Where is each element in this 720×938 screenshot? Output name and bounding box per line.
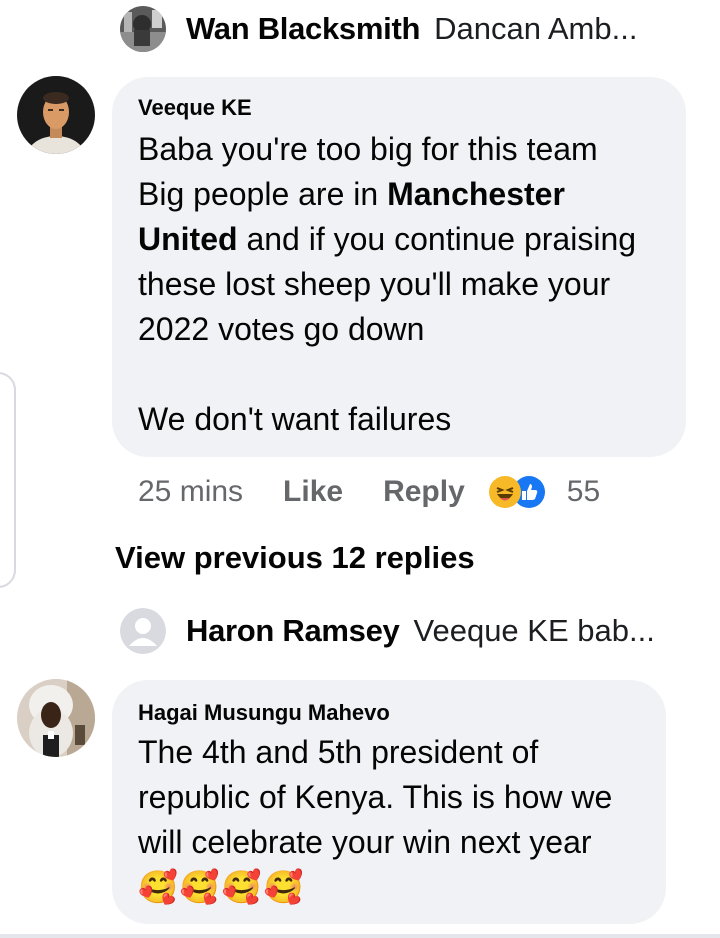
comment-line: We don't want failures	[138, 401, 452, 437]
laughing-emoji-icon	[488, 476, 521, 508]
reply-button[interactable]: Reply	[383, 475, 465, 509]
comment-line: republic of Kenya. This is how we	[138, 779, 613, 815]
reply-snippet[interactable]: Dancan Amb...	[434, 11, 637, 47]
reaction-count[interactable]: 55	[567, 475, 600, 509]
default-avatar-icon[interactable]	[120, 608, 166, 654]
comment-body: Baba you're too big for this team Big pe…	[138, 127, 678, 442]
comment-body: The 4th and 5th president of republic of…	[138, 730, 658, 910]
comment-line: The 4th and 5th president of	[138, 734, 539, 770]
avatar[interactable]	[17, 679, 95, 757]
avatar[interactable]	[17, 76, 95, 154]
reaction-summary[interactable]	[488, 476, 545, 508]
like-button[interactable]: Like	[283, 475, 343, 509]
comment-line: 2022 votes go down	[138, 311, 425, 347]
collapsed-reply-haron[interactable]: Haron Ramsey Veeque KE bab...	[120, 608, 655, 654]
view-previous-replies-link[interactable]: View previous 12 replies	[115, 540, 475, 576]
comment-bubble[interactable]: Hagai Musungu Mahevo The 4th and 5th pre…	[112, 680, 666, 924]
emoji-line: 🥰🥰🥰🥰	[138, 869, 306, 905]
bold-text: United	[138, 221, 238, 257]
comment-bubble[interactable]: Veeque KE Baba you're too big for this t…	[112, 77, 686, 457]
comment-author[interactable]: Veeque KE	[138, 95, 252, 121]
comment-line: United and if you continue praising	[138, 221, 637, 257]
bold-text: Manchester	[387, 176, 565, 212]
collapsed-reply-wan[interactable]: Wan Blacksmith Dancan Amb...	[120, 6, 637, 52]
comment-actions: 25 mins Like Reply 55	[138, 470, 600, 514]
timestamp[interactable]: 25 mins	[138, 475, 243, 509]
reply-author-name[interactable]: Haron Ramsey	[186, 613, 400, 649]
comment-line: Baba you're too big for this team	[138, 131, 598, 167]
comment-line: Big people are in Manchester	[138, 176, 565, 212]
reply-snippet[interactable]: Veeque KE bab...	[414, 613, 655, 649]
avatar[interactable]	[120, 6, 166, 52]
side-panel-edge	[0, 372, 16, 588]
reply-author-name[interactable]: Wan Blacksmith	[186, 11, 420, 47]
divider	[0, 934, 720, 938]
comment-line: these lost sheep you'll make your	[138, 266, 611, 302]
comment-author[interactable]: Hagai Musungu Mahevo	[138, 700, 390, 726]
comment-line: will celebrate your win next year	[138, 824, 592, 860]
